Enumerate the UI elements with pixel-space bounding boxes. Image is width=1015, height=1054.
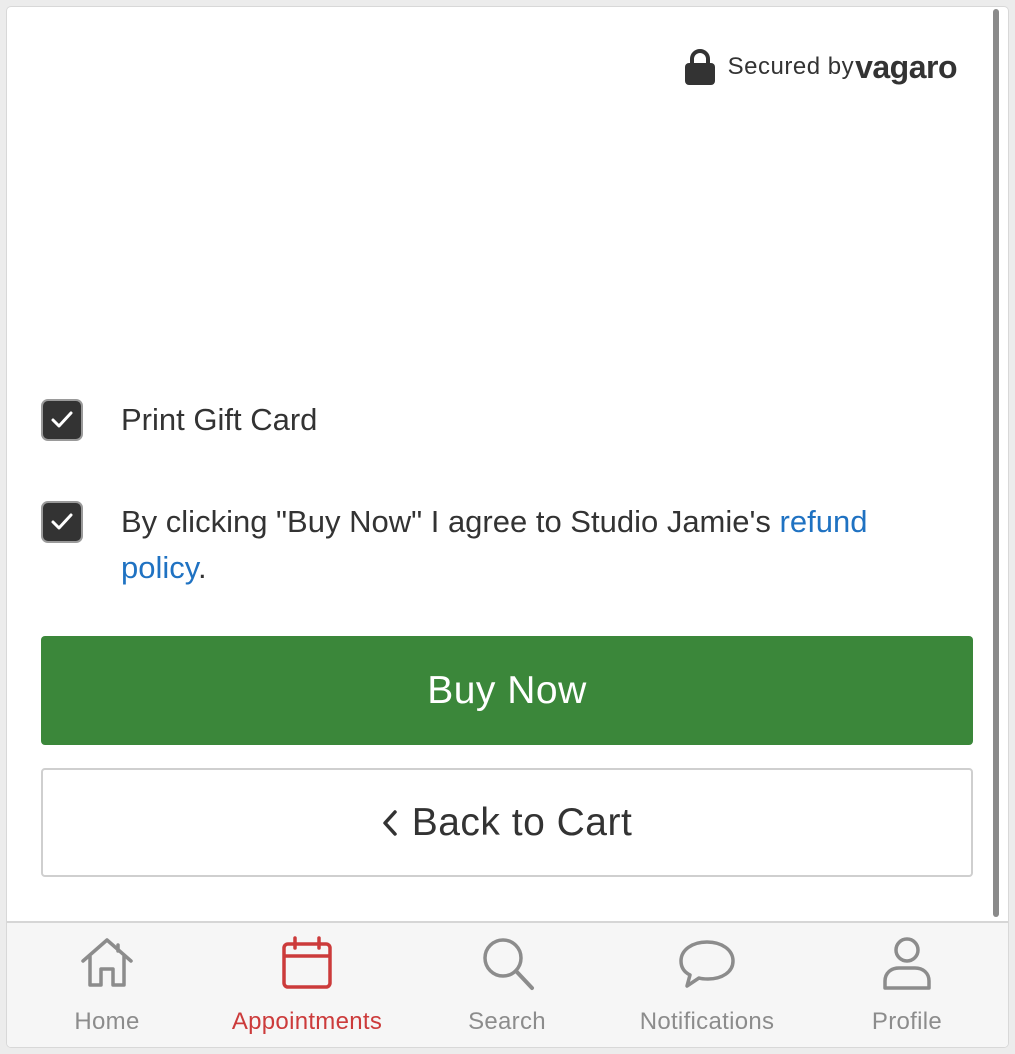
chevron-left-icon (382, 809, 397, 836)
tab-home-label: Home (74, 1008, 140, 1035)
user-icon (883, 937, 931, 990)
tab-appointments[interactable]: Appointments (207, 923, 407, 1047)
buy-now-label: Buy Now (427, 668, 587, 712)
tab-notifications[interactable]: Notifications (607, 923, 807, 1047)
agreement-label: By clicking "Buy Now" I agree to Studio … (121, 499, 941, 591)
tab-search[interactable]: Search (407, 923, 607, 1047)
checkout-page: Secured by vagaro Print Gift Card By cli… (7, 7, 1008, 1047)
vagaro-logo: vagaro (855, 48, 957, 85)
buy-now-button[interactable]: Buy Now (41, 636, 973, 745)
bottom-tab-bar: Home Appointments Search Notifications P… (7, 921, 1008, 1047)
print-gift-card-checkbox[interactable] (41, 399, 83, 441)
calendar-icon (282, 936, 332, 989)
search-icon (483, 938, 534, 990)
agreement-period: . (197, 550, 207, 585)
checkmark-icon (51, 513, 73, 530)
lock-icon (684, 49, 715, 85)
refund-policy-agreement-option[interactable]: By clicking "Buy Now" I agree to Studio … (41, 501, 941, 591)
agreement-checkbox[interactable] (41, 501, 83, 543)
print-gift-card-option[interactable]: Print Gift Card (41, 399, 941, 443)
back-to-cart-label: Back to Cart (411, 800, 633, 844)
secured-by-text: Secured by (727, 53, 855, 80)
secured-by-badge: Secured by vagaro (684, 47, 957, 87)
back-to-cart-button[interactable]: Back to Cart (41, 768, 973, 877)
tab-home[interactable]: Home (7, 923, 207, 1047)
tab-appointments-label: Appointments (231, 1008, 383, 1035)
print-gift-card-label: Print Gift Card (121, 402, 318, 437)
chat-bubble-icon (679, 940, 735, 988)
scrollbar[interactable] (993, 9, 999, 917)
checkmark-icon (51, 411, 73, 428)
tab-notifications-label: Notifications (639, 1008, 775, 1035)
tab-profile-label: Profile (871, 1008, 943, 1035)
home-icon (81, 938, 133, 987)
tab-profile[interactable]: Profile (807, 923, 1007, 1047)
agreement-text: By clicking "Buy Now" I agree to Studio … (121, 504, 780, 539)
tab-search-label: Search (468, 1008, 546, 1035)
